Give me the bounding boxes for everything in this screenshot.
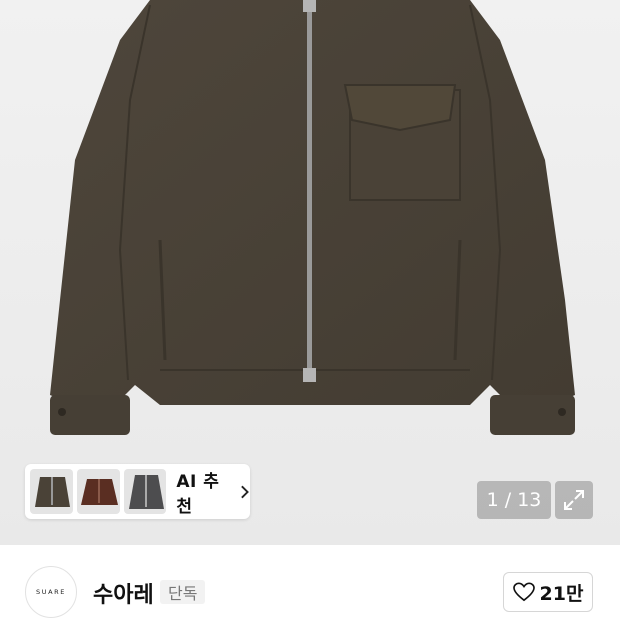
heart-outline-icon xyxy=(512,582,535,602)
expand-button[interactable] xyxy=(555,481,593,519)
exclusive-badge: 단독 xyxy=(160,580,206,604)
ai-thumb-olive[interactable] xyxy=(30,469,73,514)
ai-thumb-brown[interactable] xyxy=(76,469,120,514)
ai-recommend-widget[interactable]: AI 추천 xyxy=(25,464,250,519)
like-count: 21만 xyxy=(539,582,584,605)
ai-recommend-label: AI 추천 xyxy=(176,471,220,517)
like-button[interactable]: 21만 xyxy=(503,572,593,612)
ai-thumb-gray[interactable] xyxy=(123,469,167,514)
expand-arrows-icon xyxy=(564,490,584,510)
store-logo[interactable]: SUARE xyxy=(25,566,77,618)
chevron-right-icon xyxy=(240,485,249,498)
image-counter: 1 / 13 xyxy=(477,481,551,519)
store-name[interactable]: 수아레 xyxy=(93,577,154,609)
